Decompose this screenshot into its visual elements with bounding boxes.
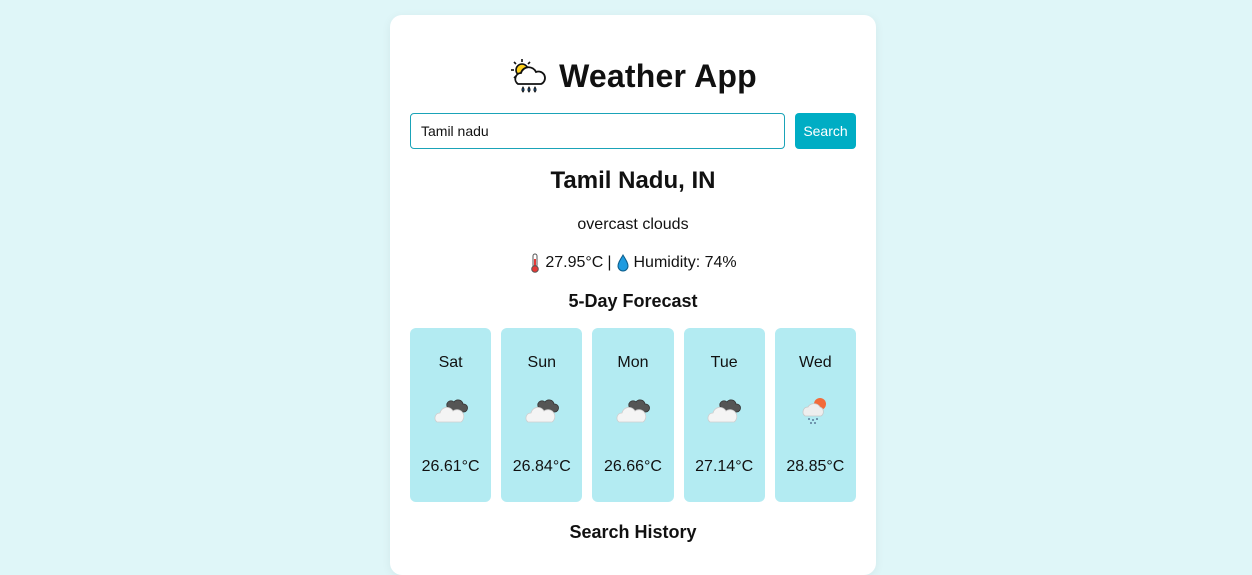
app-header: Weather App — [390, 57, 876, 95]
current-humidity: Humidity: 74% — [633, 254, 737, 271]
broken-clouds-icon — [524, 394, 560, 426]
forecast-day-temp: 26.61°C — [421, 458, 480, 475]
search-bar: Search — [410, 113, 856, 149]
forecast-title: 5-Day Forecast — [568, 291, 698, 311]
forecast-day-name: Tue — [710, 354, 738, 371]
droplet-icon — [616, 253, 630, 272]
forecast-day-temp: 27.14°C — [695, 458, 754, 475]
forecast-day-card: Wed 28.85°C — [774, 328, 856, 502]
forecast-day-card: Tue 27.14°C — [683, 328, 765, 502]
light-rain-icon — [797, 394, 833, 426]
weather-description: overcast clouds — [577, 216, 689, 233]
app-title: Weather App — [559, 57, 757, 94]
search-history-title: Search History — [569, 522, 697, 542]
current-stats: 27.95°C | Humidity: 74% — [390, 253, 876, 273]
forecast-day-card: Sun 26.84°C — [501, 328, 583, 502]
forecast-day-name: Sat — [438, 354, 463, 371]
sun-behind-rain-cloud-icon — [509, 57, 547, 95]
search-button[interactable]: Search — [795, 113, 856, 149]
forecast-day-name: Wed — [799, 354, 832, 371]
forecast-day-temp: 26.84°C — [512, 458, 571, 475]
forecast-list: Sat 26.61°C Sun 26.84°C Mon 26.66°C Tue — [410, 328, 856, 502]
forecast-day-temp: 26.66°C — [603, 458, 662, 475]
broken-clouds-icon — [433, 394, 469, 426]
weather-card: Weather App Search Tamil Nadu, IN overca… — [390, 15, 876, 575]
forecast-day-name: Mon — [617, 354, 649, 371]
broken-clouds-icon — [615, 394, 651, 426]
forecast-day-temp: 28.85°C — [786, 458, 845, 475]
forecast-day-card: Mon 26.66°C — [592, 328, 674, 502]
stats-separator: | — [607, 254, 612, 271]
broken-clouds-icon — [706, 394, 742, 426]
current-temperature: 27.95°C — [545, 254, 604, 271]
location-heading: Tamil Nadu, IN — [550, 167, 716, 194]
thermometer-icon — [529, 253, 541, 273]
forecast-day-card: Sat 26.61°C — [410, 328, 492, 502]
city-search-input[interactable] — [410, 113, 785, 149]
forecast-day-name: Sun — [527, 354, 557, 371]
